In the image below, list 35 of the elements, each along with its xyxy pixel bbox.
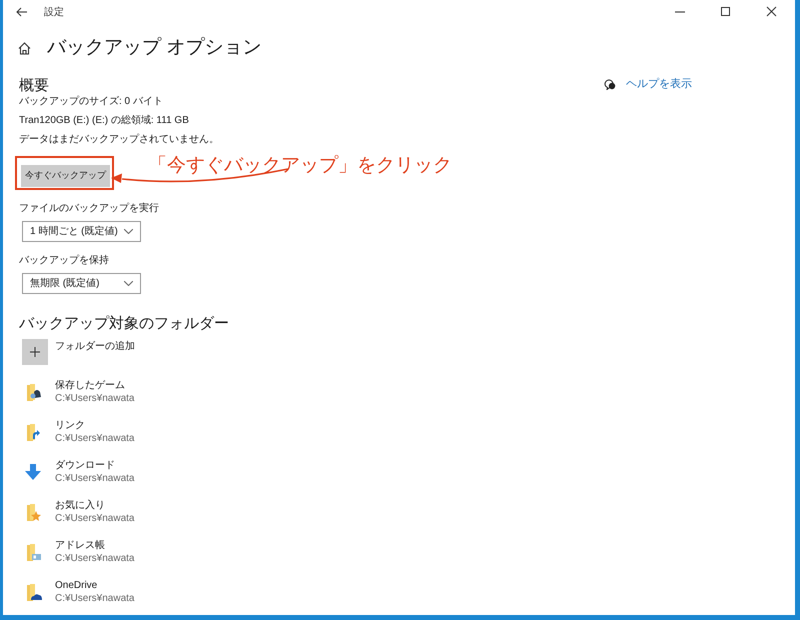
- folder-name[interactable]: 保存したゲーム: [55, 379, 134, 392]
- section-heading: バックアップ対象のフォルダー: [19, 315, 230, 333]
- add-folder-button[interactable]: [22, 339, 48, 365]
- chevron-icon: [124, 229, 133, 234]
- folder-name[interactable]: ダウンロード: [55, 459, 134, 472]
- folder-path: C:¥Users¥nawata: [55, 472, 134, 485]
- page-title: バックアップ オプション: [47, 36, 262, 60]
- folder-name[interactable]: OneDrive: [55, 579, 134, 592]
- plus-icon: [30, 347, 40, 357]
- dropdown[interactable]: 無期限 (既定値): [22, 273, 141, 294]
- help-icon: [604, 78, 616, 90]
- folder-path: C:¥Users¥nawata: [55, 512, 134, 525]
- dropdown[interactable]: 1 時間ごと (既定値): [22, 221, 141, 242]
- back-icon[interactable]: [16, 7, 27, 17]
- folder-path: C:¥Users¥nawata: [55, 392, 134, 405]
- dropdown-label: バックアップを保持: [19, 254, 110, 268]
- info-text: Tran120GB (E:) (E:) の総領域: 111 GB: [19, 114, 190, 128]
- window-title: 設定: [44, 6, 64, 20]
- folder-path: C:¥Users¥nawata: [55, 432, 134, 445]
- chevron-icon: [124, 281, 133, 286]
- folder-path: C:¥Users¥nawata: [55, 592, 134, 605]
- folder-name[interactable]: アドレス帳: [55, 539, 134, 552]
- dropdown-label: ファイルのバックアップを実行: [19, 202, 160, 216]
- download-arrow-icon: [23, 462, 43, 482]
- info-text: バックアップのサイズ: 0 バイト: [19, 95, 164, 109]
- folder-name[interactable]: リンク: [55, 419, 134, 432]
- home-icon[interactable]: [18, 42, 31, 54]
- folder-name[interactable]: お気に入り: [55, 499, 134, 512]
- section-heading: 概要: [19, 77, 49, 95]
- help-link[interactable]: ヘルプを表示: [626, 76, 692, 92]
- add-folder-label[interactable]: フォルダーの追加: [55, 339, 135, 354]
- folder-path: C:¥Users¥nawata: [55, 552, 134, 565]
- info-text: データはまだバックアップされていません。: [19, 133, 220, 147]
- backup-now-button[interactable]: 今すぐバックアップ: [21, 164, 110, 187]
- annotation-text: 「今すぐバックアップ」をクリック: [148, 154, 452, 178]
